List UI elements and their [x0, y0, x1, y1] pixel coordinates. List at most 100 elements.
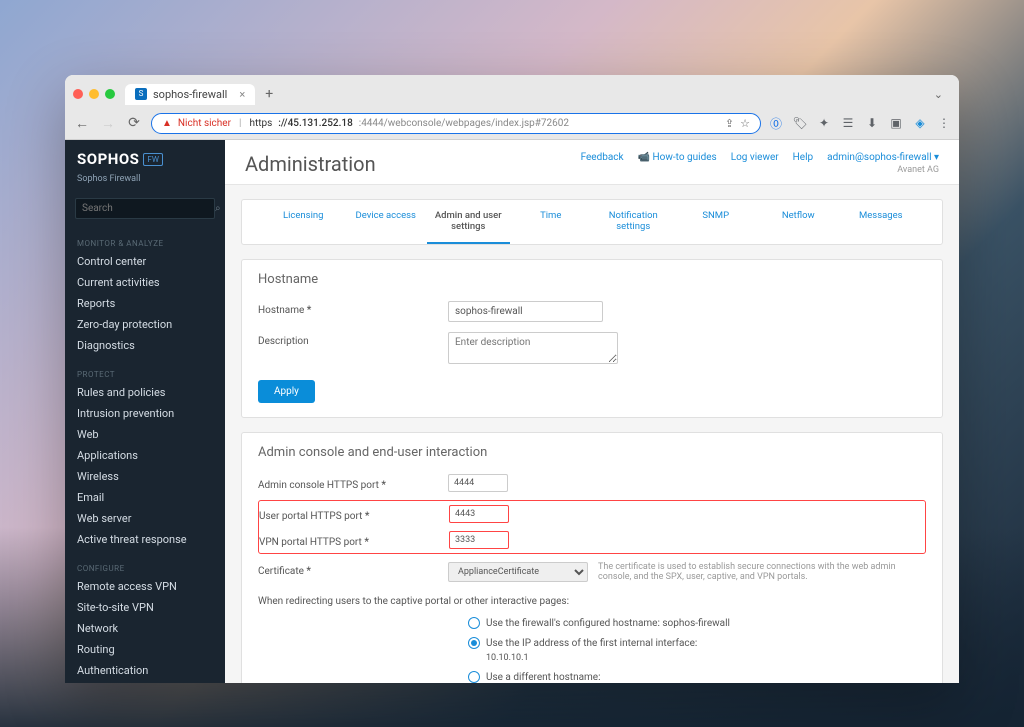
radio-icon[interactable]: [468, 671, 480, 683]
radio-icon[interactable]: [468, 617, 480, 629]
extension-icon[interactable]: ⓪: [769, 116, 783, 130]
certificate-label: Certificate: [258, 562, 448, 577]
sidebar-item-threat-response[interactable]: Active threat response: [65, 529, 225, 550]
radio-option-different[interactable]: Use a different hostname:: [468, 671, 926, 683]
warning-icon: ▲: [162, 118, 172, 129]
tab-title: sophos-firewall: [153, 88, 227, 101]
hostname-panel: Hostname Hostname Description Apply: [241, 259, 943, 418]
reload-button[interactable]: ⟳: [125, 115, 143, 131]
radio-label-hostname: Use the firewall's configured hostname: …: [486, 618, 730, 629]
url-path: :4444/webconsole/webpages/index.jsp#7260…: [359, 118, 569, 129]
share-icon[interactable]: ⇪: [725, 117, 734, 130]
vpn-port-input[interactable]: [449, 531, 509, 549]
sidebar-item-site-vpn[interactable]: Site-to-site VPN: [65, 597, 225, 618]
puzzle-icon[interactable]: ✦: [817, 116, 831, 130]
address-bar-row: ← → ⟳ ▲ Nicht sicher | https://45.131.25…: [65, 107, 959, 139]
favicon-icon: S: [135, 88, 147, 100]
back-button[interactable]: ←: [73, 115, 91, 132]
sidebar-item-applications[interactable]: Applications: [65, 445, 225, 466]
sidebar-item-current-activities[interactable]: Current activities: [65, 272, 225, 293]
minimize-window-icon[interactable]: [89, 89, 99, 99]
sidebar-item-web[interactable]: Web: [65, 424, 225, 445]
header-link-howto[interactable]: 📹 How-to guides: [638, 152, 717, 163]
header-link-logviewer[interactable]: Log viewer: [731, 152, 779, 163]
nav-header-configure: Configure: [65, 558, 225, 576]
admin-port-input[interactable]: [448, 474, 508, 492]
certificate-help: The certificate is used to establish sec…: [598, 562, 926, 582]
vpn-port-label: VPN portal HTTPS port: [259, 533, 449, 548]
address-bar[interactable]: ▲ Nicht sicher | https://45.131.252.18:4…: [151, 113, 761, 134]
download-icon[interactable]: ⬇: [865, 116, 879, 130]
highlighted-ports: User portal HTTPS port VPN portal HTTPS …: [258, 500, 926, 554]
page-header: Administration Feedback 📹 How-to guides …: [225, 140, 959, 185]
bookmark-icon[interactable]: ☆: [740, 117, 750, 130]
header-company: Avanet AG: [581, 165, 939, 175]
hostname-panel-title: Hostname: [258, 272, 926, 287]
sidebar-item-network[interactable]: Network: [65, 618, 225, 639]
sidebar-item-email[interactable]: Email: [65, 487, 225, 508]
url-scheme: https: [249, 118, 272, 129]
maximize-window-icon[interactable]: [105, 89, 115, 99]
sidebar-item-remote-vpn[interactable]: Remote access VPN: [65, 576, 225, 597]
radio-option-ip[interactable]: Use the IP address of the first internal…: [468, 637, 926, 649]
browser-chrome: S sophos-firewall × + ⌄ ← → ⟳ ▲ Nicht si…: [65, 75, 959, 140]
sidebar: SOPHOS FW Sophos Firewall ⌕ Monitor & An…: [65, 140, 225, 683]
list-icon[interactable]: ☰: [841, 116, 855, 130]
hostname-apply-button[interactable]: Apply: [258, 380, 315, 403]
tab-snmp[interactable]: SNMP: [675, 200, 758, 244]
forward-button[interactable]: →: [99, 115, 117, 132]
sidebar-search[interactable]: ⌕: [75, 198, 215, 219]
redirect-label: When redirecting users to the captive po…: [258, 596, 926, 607]
shield-icon[interactable]: ◈: [913, 116, 927, 130]
admin-port-label: Admin console HTTPS port: [258, 476, 448, 491]
new-tab-button[interactable]: +: [265, 86, 273, 102]
sidebar-item-zero-day[interactable]: Zero-day protection: [65, 314, 225, 335]
content-tabs: Licensing Device access Admin and user s…: [241, 199, 943, 245]
tabs-dropdown-icon[interactable]: ⌄: [926, 88, 951, 101]
menu-icon[interactable]: ⋮: [937, 116, 951, 130]
brand: SOPHOS FW: [65, 140, 225, 174]
radio-ip-value: 10.10.10.1: [486, 653, 926, 663]
tab-licensing[interactable]: Licensing: [262, 200, 345, 244]
not-secure-label: Nicht sicher: [178, 118, 231, 129]
close-window-icon[interactable]: [73, 89, 83, 99]
url-host: ://45.131.252.18: [278, 118, 352, 129]
header-link-feedback[interactable]: Feedback: [581, 152, 624, 163]
radio-label-ip: Use the IP address of the first internal…: [486, 638, 697, 649]
header-link-help[interactable]: Help: [793, 152, 813, 163]
sidebar-item-intrusion[interactable]: Intrusion prevention: [65, 403, 225, 424]
admin-panel-title: Admin console and end-user interaction: [258, 445, 926, 460]
hostname-input[interactable]: [448, 301, 603, 322]
tab-admin-user[interactable]: Admin and user settings: [427, 200, 510, 244]
bookmark2-icon[interactable]: ▣: [889, 116, 903, 130]
certificate-select[interactable]: ApplianceCertificate: [448, 562, 588, 582]
search-icon: ⌕: [215, 203, 221, 214]
tab-time[interactable]: Time: [510, 200, 593, 244]
sidebar-item-wireless[interactable]: Wireless: [65, 466, 225, 487]
tab-messages[interactable]: Messages: [840, 200, 923, 244]
search-input[interactable]: [82, 203, 215, 214]
sidebar-item-control-center[interactable]: Control center: [65, 251, 225, 272]
user-port-input[interactable]: [449, 505, 509, 523]
brand-subtitle: Sophos Firewall: [65, 174, 225, 192]
admin-console-panel: Admin console and end-user interaction A…: [241, 432, 943, 683]
sidebar-item-reports[interactable]: Reports: [65, 293, 225, 314]
page-title: Administration: [245, 152, 376, 176]
tab-device-access[interactable]: Device access: [345, 200, 428, 244]
header-user[interactable]: admin@sophos-firewall ▾: [827, 152, 939, 163]
tab-netflow[interactable]: Netflow: [757, 200, 840, 244]
tag-icon[interactable]: 🏷: [793, 116, 807, 130]
sidebar-item-routing[interactable]: Routing: [65, 639, 225, 660]
nav-header-monitor: Monitor & Analyze: [65, 233, 225, 251]
radio-icon[interactable]: [468, 637, 480, 649]
radio-option-hostname[interactable]: Use the firewall's configured hostname: …: [468, 617, 926, 629]
browser-tab[interactable]: S sophos-firewall ×: [125, 84, 255, 105]
sidebar-item-diagnostics[interactable]: Diagnostics: [65, 335, 225, 356]
description-input[interactable]: [448, 332, 618, 364]
sidebar-item-web-server[interactable]: Web server: [65, 508, 225, 529]
sidebar-item-rules[interactable]: Rules and policies: [65, 382, 225, 403]
sidebar-item-authentication[interactable]: Authentication: [65, 660, 225, 681]
sidebar-item-system-services[interactable]: System services: [65, 681, 225, 683]
close-tab-icon[interactable]: ×: [239, 88, 245, 101]
tab-notification[interactable]: Notification settings: [592, 200, 675, 244]
